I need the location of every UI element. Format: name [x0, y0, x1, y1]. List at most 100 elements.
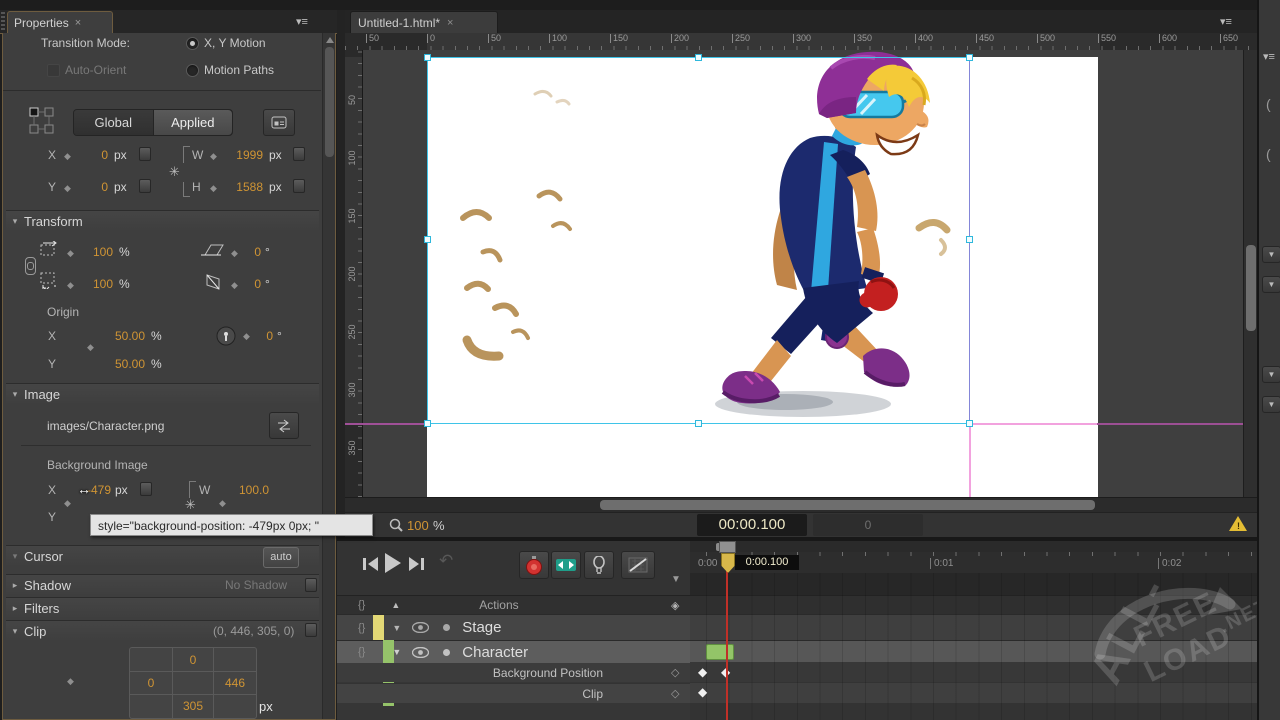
- timeline-track-area[interactable]: 0:00 0:01 0:02 ◆ ◆ ◆ 0:00.100: [690, 541, 1257, 720]
- h-keyframe-diamond-icon[interactable]: ◆: [210, 184, 217, 193]
- timeline-row-stage[interactable]: {} ▼ Stage: [337, 614, 690, 640]
- stage-vscroll-thumb[interactable]: [1246, 245, 1256, 331]
- selection-handle-ml[interactable]: [424, 236, 431, 243]
- shadow-kf-toggle[interactable]: [305, 578, 317, 592]
- properties-tab[interactable]: Properties ×: [7, 11, 113, 34]
- origin-x-value[interactable]: 50.00: [103, 329, 145, 343]
- shadow-disclosure-icon[interactable]: ▸: [6, 580, 24, 591]
- clip-top-value[interactable]: 0: [172, 653, 214, 667]
- scale-link-icon[interactable]: [25, 257, 36, 275]
- scale-x-value[interactable]: 100: [85, 245, 113, 259]
- bg-xy-diamond-icon[interactable]: ◆: [64, 499, 71, 508]
- image-src[interactable]: images/Character.png: [47, 419, 164, 433]
- timeline-options-chevron-icon[interactable]: ▼: [671, 574, 681, 585]
- clip-kf-toggle[interactable]: [305, 623, 317, 637]
- swap-image-button[interactable]: [269, 412, 299, 439]
- w-kf-toggle[interactable]: [293, 147, 305, 161]
- character-transition-segment[interactable]: [706, 644, 734, 660]
- panel-grip[interactable]: [1, 12, 5, 30]
- properties-panel-menu-icon[interactable]: ▾≡: [296, 15, 318, 28]
- rotate-value[interactable]: 0: [259, 329, 273, 343]
- stage-hscroll-thumb[interactable]: [600, 500, 1095, 510]
- visibility-eye-icon[interactable]: [412, 646, 430, 658]
- dock-collapse-icon-2[interactable]: (: [1266, 146, 1271, 162]
- y-kf-toggle[interactable]: [139, 179, 151, 193]
- row-disclosure-icon[interactable]: ▼: [392, 623, 401, 633]
- clip-bottom-value[interactable]: 305: [172, 699, 214, 713]
- y-value[interactable]: 0: [78, 180, 108, 194]
- clip-add-keyframe-icon[interactable]: ◇: [671, 687, 679, 700]
- x-value[interactable]: 0: [78, 148, 108, 162]
- bg-x-unit[interactable]: px: [115, 483, 128, 497]
- timeline-mini-scrollbar[interactable]: [690, 541, 1257, 552]
- go-to-end-button[interactable]: [409, 557, 424, 571]
- dock-chevron-button-2[interactable]: ▼: [1262, 276, 1280, 293]
- clip-diamond-icon[interactable]: ◆: [67, 677, 74, 686]
- scale-y-value[interactable]: 100: [85, 277, 113, 291]
- stage-vscrollbar[interactable]: [1243, 50, 1258, 497]
- scroll-thumb[interactable]: [325, 47, 334, 157]
- x-keyframe-diamond-icon[interactable]: ◆: [64, 152, 71, 161]
- transform-header[interactable]: ▾ Transform: [6, 210, 319, 232]
- skew-x-value[interactable]: 0: [247, 245, 261, 259]
- row-dot-icon[interactable]: [443, 624, 451, 631]
- auto-keyframe-button[interactable]: [519, 551, 549, 579]
- image-header[interactable]: ▾ Image: [6, 383, 319, 405]
- applied-button[interactable]: Applied: [152, 110, 232, 135]
- dock-chevron-button-1[interactable]: ▼: [1262, 246, 1280, 263]
- cursor-auto-button[interactable]: auto: [263, 547, 299, 568]
- global-button[interactable]: Global: [74, 110, 153, 135]
- w-value[interactable]: 1999: [225, 148, 263, 162]
- visibility-eye-icon[interactable]: [412, 622, 430, 633]
- timeline-row-clip[interactable]: Clip ◇: [337, 683, 690, 703]
- easing-button[interactable]: [621, 551, 655, 579]
- clip-disclosure-icon[interactable]: ▾: [6, 626, 24, 637]
- expand-rows-icon[interactable]: ▲: [391, 600, 400, 610]
- selection-handle-br[interactable]: [966, 420, 973, 427]
- braces-icon[interactable]: {}: [358, 646, 365, 658]
- auto-orient-checkbox[interactable]: [47, 64, 60, 77]
- bgpos-add-keyframe-icon[interactable]: ◇: [671, 666, 679, 679]
- stage-panel-menu-icon[interactable]: ▾≡: [1220, 15, 1242, 28]
- timecode-display[interactable]: 00:00.100: [697, 514, 807, 536]
- rotate-diamond-icon[interactable]: ◆: [243, 332, 250, 341]
- selection-handle-bl[interactable]: [424, 420, 431, 427]
- properties-tab-close-icon[interactable]: ×: [75, 17, 81, 29]
- selection-handle-bm[interactable]: [695, 420, 702, 427]
- position-anchor-icon[interactable]: [29, 107, 55, 135]
- bg-w-value[interactable]: 100.0: [231, 483, 269, 497]
- selection-handle-tr[interactable]: [966, 54, 973, 61]
- wh-link-icon[interactable]: ✳: [169, 164, 180, 180]
- scroll-up-arrow-icon[interactable]: [325, 37, 334, 43]
- dock-chevron-button-4[interactable]: ▼: [1262, 396, 1280, 413]
- document-tab-close-icon[interactable]: ×: [447, 17, 453, 29]
- bg-wh-link-icon[interactable]: ✳: [185, 497, 196, 513]
- properties-scrollbar[interactable]: [322, 33, 335, 719]
- play-button[interactable]: [385, 553, 401, 573]
- zoom-level[interactable]: 100: [407, 518, 429, 533]
- selection-handle-tl[interactable]: [424, 54, 431, 61]
- bg-x-kf-toggle[interactable]: [140, 482, 152, 496]
- motion-paths-radio[interactable]: [186, 64, 199, 77]
- h-unit[interactable]: px: [269, 180, 282, 194]
- image-disclosure-icon[interactable]: ▾: [6, 389, 24, 400]
- origin-diamond-icon[interactable]: ◆: [87, 343, 94, 352]
- x-unit[interactable]: px: [114, 148, 127, 162]
- h-value[interactable]: 1588: [225, 180, 263, 194]
- clip-left-value[interactable]: 0: [130, 676, 172, 690]
- w-unit[interactable]: px: [269, 148, 282, 162]
- toggle-pin-button[interactable]: [584, 551, 614, 579]
- bg-w-diamond-icon[interactable]: ◆: [219, 499, 226, 508]
- transform-disclosure-icon[interactable]: ▾: [6, 216, 24, 227]
- selection-rect[interactable]: [427, 57, 970, 424]
- x-kf-toggle[interactable]: [139, 147, 151, 161]
- keyframe-diamond-bgpos-0[interactable]: ◆: [698, 665, 707, 679]
- scalex-diamond-icon[interactable]: ◆: [67, 249, 74, 258]
- keyframe-diamond-clip-0[interactable]: ◆: [698, 685, 707, 699]
- return-icon[interactable]: ↶: [439, 551, 453, 571]
- actions-keyframe-icon[interactable]: ◈: [671, 599, 679, 612]
- layout-preset-button[interactable]: [263, 109, 295, 136]
- scaley-diamond-icon[interactable]: ◆: [67, 281, 74, 290]
- skewx-diamond-icon[interactable]: ◆: [231, 249, 238, 258]
- actions-header-row[interactable]: {} ▲ Actions ◈: [337, 595, 690, 614]
